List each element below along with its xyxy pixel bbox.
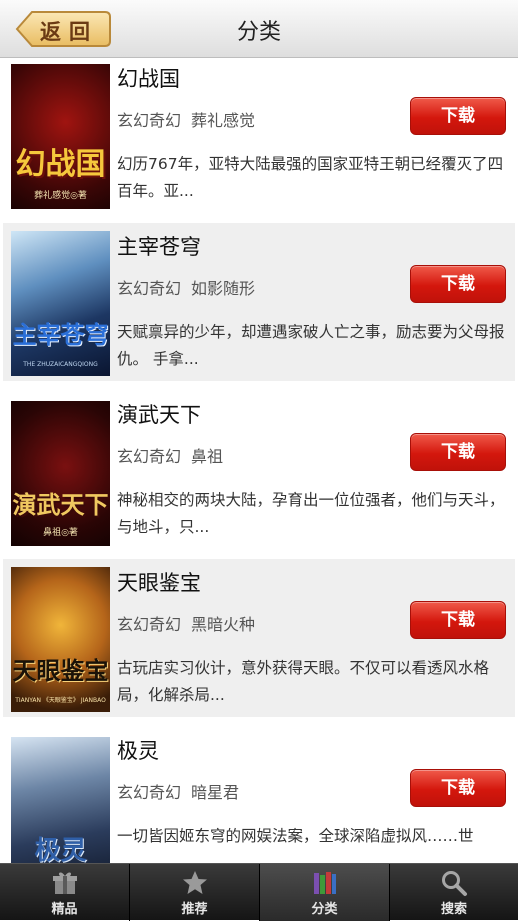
tab-label: 分类 [311, 902, 338, 917]
list-item[interactable]: 演武天下 鼻祖◎著 演武天下 玄幻奇幻 鼻祖 下载 神秘相交的两块大陆，孕育出一位… [3, 391, 515, 549]
book-cover[interactable]: 演武天下 鼻祖◎著 [11, 401, 110, 546]
list-item[interactable]: 天眼鉴宝 TIANYAN 《天眼鉴宝》 JIANBAO 天眼鉴宝 玄幻奇幻 黑暗火… [3, 559, 515, 717]
book-category: 玄幻奇幻 [117, 447, 182, 466]
book-title[interactable]: 天眼鉴宝 [117, 567, 201, 597]
book-list[interactable]: 幻战国 葬礼感觉◎著 幻战国 玄幻奇幻 葬礼感觉 下载 幻历767年，亚特大陆最强… [0, 59, 518, 863]
tab-label: 推荐 [181, 902, 208, 917]
book-author: 暗星君 [191, 783, 240, 802]
book-cover[interactable]: 幻战国 葬礼感觉◎著 [11, 64, 110, 209]
book-author: 黑暗火种 [191, 615, 256, 634]
book-category: 玄幻奇幻 [117, 111, 182, 130]
book-cover[interactable]: 极灵 [11, 737, 110, 863]
book-description: 天赋禀异的少年，却遭遇家破人亡之事，励志要为父母报仇。 手拿... [117, 323, 505, 368]
download-button[interactable]: 下载 [410, 601, 506, 639]
book-author: 葬礼感觉 [191, 111, 256, 130]
book-cover[interactable]: 主宰苍穹 THE ZHUZAICANGQIONG [11, 231, 110, 376]
book-author: 如影随形 [191, 279, 256, 298]
tab-recommend[interactable]: 推荐 [130, 864, 259, 921]
tab-label: 精品 [51, 902, 78, 917]
tab-featured[interactable]: 精品 [0, 864, 129, 921]
cover-author: 鼻祖◎著 [43, 528, 78, 538]
download-button[interactable]: 下载 [410, 433, 506, 471]
book-category: 玄幻奇幻 [117, 783, 182, 802]
book-category: 玄幻奇幻 [117, 615, 182, 634]
book-description: 神秘相交的两块大陆，孕育出一位位强者，他们与天斗，与地斗，只... [117, 491, 505, 536]
cover-title: 天眼鉴宝 [12, 656, 109, 685]
book-author: 鼻祖 [191, 447, 224, 466]
book-description: 古玩店实习伙计，意外获得天眼。不仅可以看透风水格局，化解杀局... [117, 659, 490, 704]
cover-author: TIANYAN 《天眼鉴宝》 JIANBAO [15, 697, 106, 704]
tab-label: 搜索 [440, 902, 467, 917]
page-title: 分类 [236, 20, 281, 45]
search-icon [442, 871, 467, 896]
cover-title: 主宰苍穹 [12, 320, 109, 349]
book-meta: 玄幻奇幻 暗星君 [117, 779, 239, 803]
book-title[interactable]: 主宰苍穹 [117, 231, 201, 261]
book-title[interactable]: 极灵 [117, 735, 159, 765]
cover-author: THE ZHUZAICANGQIONG [23, 361, 98, 368]
cover-title: 幻战国 [15, 147, 106, 182]
book-cover[interactable]: 天眼鉴宝 TIANYAN 《天眼鉴宝》 JIANBAO [11, 567, 110, 712]
download-button[interactable]: 下载 [410, 265, 506, 303]
book-title[interactable]: 幻战国 [117, 63, 180, 93]
cover-title: 演武天下 [12, 490, 109, 519]
tab-search[interactable]: 搜索 [390, 864, 518, 921]
book-title[interactable]: 演武天下 [117, 399, 201, 429]
books-icon [313, 872, 336, 894]
star-icon [182, 871, 207, 894]
gift-icon [52, 872, 77, 894]
tab-category[interactable]: 分类 [260, 864, 389, 921]
book-meta: 玄幻奇幻 鼻祖 [117, 443, 223, 467]
navigation-bar: 返回 分类 [0, 0, 518, 58]
cover-title: 极灵 [34, 836, 87, 863]
download-button[interactable]: 下载 [410, 97, 506, 135]
book-meta: 玄幻奇幻 葬礼感觉 [117, 107, 255, 131]
list-item[interactable]: 幻战国 葬礼感觉◎著 幻战国 玄幻奇幻 葬礼感觉 下载 幻历767年，亚特大陆最强… [3, 59, 515, 217]
list-item[interactable]: 主宰苍穹 THE ZHUZAICANGQIONG 主宰苍穹 玄幻奇幻 如影随形 下… [3, 223, 515, 381]
book-meta: 玄幻奇幻 如影随形 [117, 275, 255, 299]
list-item[interactable]: 极灵 极灵 玄幻奇幻 暗星君 下载 一切皆因姬东穹的网娱法案，全球深陷虚拟风……世 [3, 727, 515, 863]
tab-bar: 精品 推荐 分类 搜索 [0, 863, 518, 921]
book-meta: 玄幻奇幻 黑暗火种 [117, 611, 255, 635]
download-button[interactable]: 下载 [410, 769, 506, 807]
book-description: 一切皆因姬东穹的网娱法案，全球深陷虚拟风……世 [117, 827, 474, 845]
book-category: 玄幻奇幻 [117, 279, 182, 298]
cover-author: 葬礼感觉◎著 [34, 191, 87, 201]
book-description: 幻历767年，亚特大陆最强的国家亚特王朝已经覆灭了四百年。亚... [117, 155, 504, 200]
